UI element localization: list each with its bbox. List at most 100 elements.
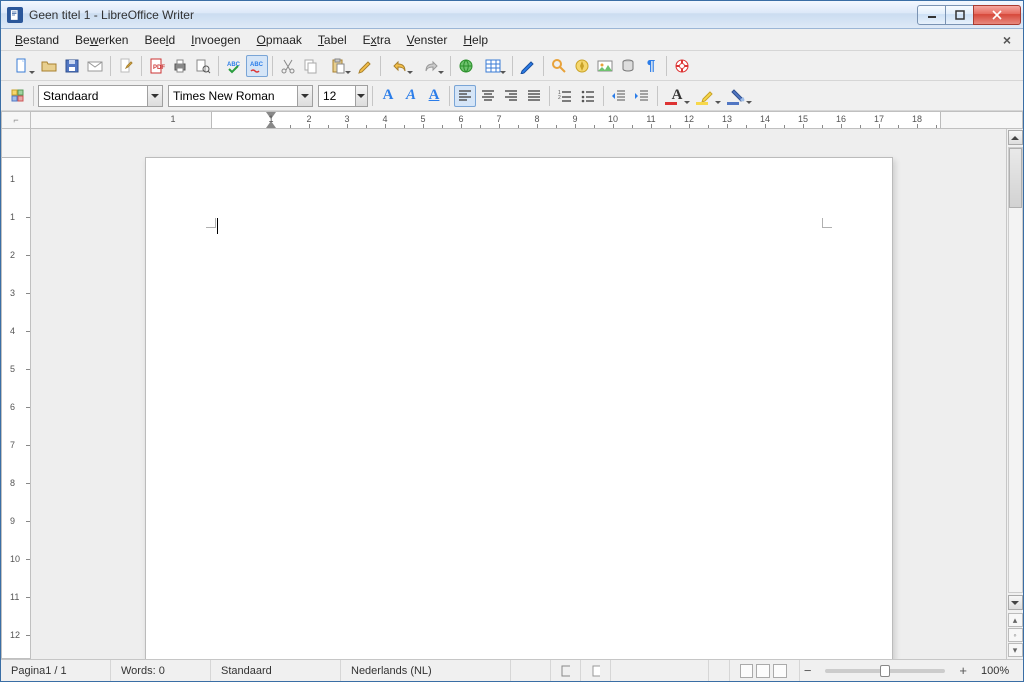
format-paintbrush-button[interactable] — [354, 55, 376, 77]
bold-button[interactable]: A — [377, 85, 399, 107]
status-language[interactable]: Nederlands (NL) — [341, 660, 511, 681]
status-selection-mode[interactable] — [551, 660, 581, 681]
scroll-up-button[interactable] — [1008, 130, 1023, 145]
numbering-button[interactable]: 12 — [554, 85, 576, 107]
increase-indent-button[interactable] — [631, 85, 653, 107]
menu-invoegen[interactable]: Invoegen — [183, 31, 248, 49]
print-preview-button[interactable] — [192, 55, 214, 77]
align-center-button[interactable] — [477, 85, 499, 107]
status-signature[interactable] — [708, 660, 730, 681]
document-page[interactable] — [145, 157, 893, 659]
next-page-nav-button[interactable]: ▾ — [1008, 643, 1023, 657]
zoom-slider-knob[interactable] — [880, 665, 890, 677]
bullets-button[interactable] — [577, 85, 599, 107]
minimize-button[interactable] — [917, 5, 946, 25]
open-button[interactable] — [38, 55, 60, 77]
paragraph-style-input[interactable] — [39, 86, 147, 106]
edit-file-button[interactable] — [115, 55, 137, 77]
align-justify-button[interactable] — [523, 85, 545, 107]
show-draw-functions-button[interactable] — [517, 55, 539, 77]
paste-button[interactable] — [323, 55, 353, 77]
app-window: Geen titel 1 - LibreOffice Writer Bestan… — [0, 0, 1024, 682]
titlebar[interactable]: Geen titel 1 - LibreOffice Writer — [1, 1, 1023, 29]
menu-tabel[interactable]: Tabel — [310, 31, 355, 49]
font-size-input[interactable] — [319, 86, 355, 106]
navigation-select-button[interactable]: ◦ — [1008, 628, 1023, 642]
formatting-toolbar: A A A 12 A — [1, 81, 1023, 111]
font-color-button[interactable]: A — [662, 85, 692, 107]
window-title: Geen titel 1 - LibreOffice Writer — [29, 8, 194, 22]
hyperlink-button[interactable] — [455, 55, 477, 77]
status-words[interactable]: Words: 0 — [111, 660, 211, 681]
font-name-combo[interactable] — [168, 85, 313, 107]
scroll-thumb[interactable] — [1009, 148, 1022, 208]
italic-button[interactable]: A — [400, 85, 422, 107]
menu-bestand[interactable]: Bestand — [7, 31, 67, 49]
auto-spellcheck-button[interactable]: ABC — [246, 55, 268, 77]
align-left-button[interactable] — [454, 85, 476, 107]
paragraph-style-combo[interactable] — [38, 85, 163, 107]
menu-extra[interactable]: Extra — [355, 31, 399, 49]
print-button[interactable] — [169, 55, 191, 77]
font-size-combo[interactable] — [318, 85, 368, 107]
zoom-out-button[interactable]: − — [800, 663, 816, 678]
insert-table-button[interactable] — [478, 55, 508, 77]
close-button[interactable] — [973, 5, 1021, 25]
align-right-button[interactable] — [500, 85, 522, 107]
document-canvas[interactable] — [31, 129, 1006, 659]
zoom-percentage[interactable]: 100% — [971, 660, 1023, 681]
spellcheck-button[interactable]: ABC — [223, 55, 245, 77]
copy-button[interactable] — [300, 55, 322, 77]
close-document-button[interactable]: × — [997, 32, 1017, 48]
menu-beeld[interactable]: Beeld — [136, 31, 183, 49]
view-layout-buttons[interactable] — [730, 660, 800, 681]
book-view-icon[interactable] — [773, 664, 787, 678]
font-name-dropdown[interactable] — [297, 86, 312, 106]
horizontal-ruler[interactable]: 1123456789101112131415161718 — [30, 111, 1023, 129]
status-page-style[interactable]: Standaard — [211, 660, 341, 681]
underline-button[interactable]: A — [423, 85, 445, 107]
menu-venster[interactable]: Venster — [399, 31, 456, 49]
zoom-slider[interactable] — [825, 669, 945, 673]
email-button[interactable] — [84, 55, 106, 77]
status-insert-mode[interactable] — [511, 660, 551, 681]
scroll-down-button[interactable] — [1008, 595, 1023, 610]
zoom-in-button[interactable]: + — [955, 663, 971, 678]
help-button[interactable] — [671, 55, 693, 77]
prev-page-nav-button[interactable]: ▴ — [1008, 613, 1023, 627]
undo-button[interactable] — [385, 55, 415, 77]
status-page[interactable]: Pagina1 / 1 — [1, 660, 111, 681]
paragraph-style-dropdown[interactable] — [147, 86, 162, 106]
menu-opmaak[interactable]: Opmaak — [249, 31, 310, 49]
nonprinting-chars-button[interactable]: ¶ — [640, 55, 662, 77]
background-color-button[interactable] — [724, 85, 754, 107]
maximize-button[interactable] — [945, 5, 974, 25]
menu-help[interactable]: Help — [455, 31, 496, 49]
vertical-scrollbar[interactable]: ▴ ◦ ▾ — [1006, 129, 1023, 659]
font-size-dropdown[interactable] — [355, 86, 367, 106]
export-pdf-button[interactable]: PDF — [146, 55, 168, 77]
styles-window-button[interactable] — [7, 85, 29, 107]
writer-app-icon — [7, 7, 23, 23]
menu-bewerken[interactable]: Bewerken — [67, 31, 136, 49]
decrease-indent-button[interactable] — [608, 85, 630, 107]
status-doc-modified[interactable] — [581, 660, 611, 681]
highlight-color-button[interactable] — [693, 85, 723, 107]
vertical-ruler[interactable]: 1123456789101112 — [1, 128, 31, 659]
multi-page-view-icon[interactable] — [756, 664, 770, 678]
font-name-input[interactable] — [169, 86, 297, 106]
svg-text:2: 2 — [558, 95, 561, 101]
gallery-button[interactable] — [594, 55, 616, 77]
cut-button[interactable] — [277, 55, 299, 77]
svg-text:ABC: ABC — [227, 62, 241, 68]
new-button[interactable] — [7, 55, 37, 77]
zoom-control[interactable]: − + — [800, 660, 971, 681]
scroll-track[interactable] — [1008, 147, 1023, 593]
data-sources-button[interactable] — [617, 55, 639, 77]
redo-button[interactable] — [416, 55, 446, 77]
find-replace-button[interactable] — [548, 55, 570, 77]
save-button[interactable] — [61, 55, 83, 77]
margin-marker-tr — [822, 218, 832, 228]
single-page-view-icon[interactable] — [740, 664, 754, 678]
navigator-button[interactable] — [571, 55, 593, 77]
